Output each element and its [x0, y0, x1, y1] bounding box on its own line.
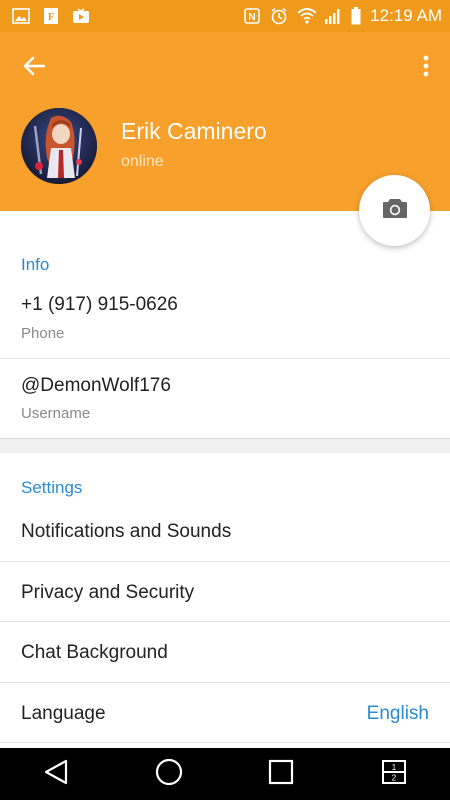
youtube-icon: [72, 7, 90, 25]
set-photo-button[interactable]: [359, 175, 430, 246]
back-button[interactable]: [18, 52, 50, 84]
language-label: Language: [21, 703, 106, 724]
dual-window-icon: 12: [381, 759, 407, 790]
clock-time: 12:19 AM: [370, 6, 442, 25]
wifi-icon: [297, 7, 317, 25]
recents-square-icon: [268, 759, 294, 790]
nav-recents-button[interactable]: [261, 754, 301, 794]
profile-name: Erik Caminero: [121, 118, 267, 144]
avatar[interactable]: [21, 108, 97, 184]
signal-icon: [324, 7, 342, 25]
divider: [0, 358, 450, 359]
phone-label: Phone: [21, 325, 65, 342]
nav-back-button[interactable]: [36, 754, 76, 794]
info-section-title: Info: [21, 255, 50, 274]
news-icon: F: [42, 7, 60, 25]
battery-icon: [351, 7, 361, 25]
arrow-left-icon: [23, 56, 46, 81]
back-triangle-icon: [43, 759, 69, 790]
svg-text:2: 2: [392, 773, 397, 782]
username-label: Username: [21, 405, 91, 422]
notifications-and-sounds-item[interactable]: Notifications and Sounds: [21, 521, 231, 543]
svg-text:1: 1: [392, 763, 397, 772]
phone-value: +1 (917) 915-0626: [21, 294, 178, 315]
divider: [0, 682, 450, 683]
system-nav-bar: 12: [0, 748, 450, 800]
divider: [0, 742, 450, 743]
chat-background-item[interactable]: Chat Background: [21, 642, 168, 664]
online-status: online: [121, 153, 164, 170]
nfc-icon: N: [243, 7, 261, 25]
home-circle-icon: [155, 758, 183, 791]
camera-icon: [382, 197, 408, 224]
image-icon: [12, 7, 30, 25]
nav-home-button[interactable]: [149, 754, 189, 794]
nav-dual-window-button[interactable]: 12: [374, 754, 414, 794]
section-separator: [0, 438, 450, 453]
more-vert-icon: [423, 55, 429, 82]
divider: [0, 621, 450, 622]
profile-settings-screen: F N 12:19 AM Erik Caminero online Info +…: [0, 0, 450, 800]
divider: [0, 561, 450, 562]
alarm-icon: [270, 7, 288, 25]
username-value: @DemonWolf176: [21, 375, 171, 396]
language-value: English: [366, 703, 429, 724]
status-bar: F N 12:19 AM: [0, 0, 450, 32]
privacy-and-security-item[interactable]: Privacy and Security: [21, 582, 194, 604]
settings-section-title: Settings: [21, 478, 83, 497]
more-options-button[interactable]: [416, 52, 436, 84]
svg-text:F: F: [48, 12, 54, 23]
svg-text:N: N: [249, 12, 256, 23]
